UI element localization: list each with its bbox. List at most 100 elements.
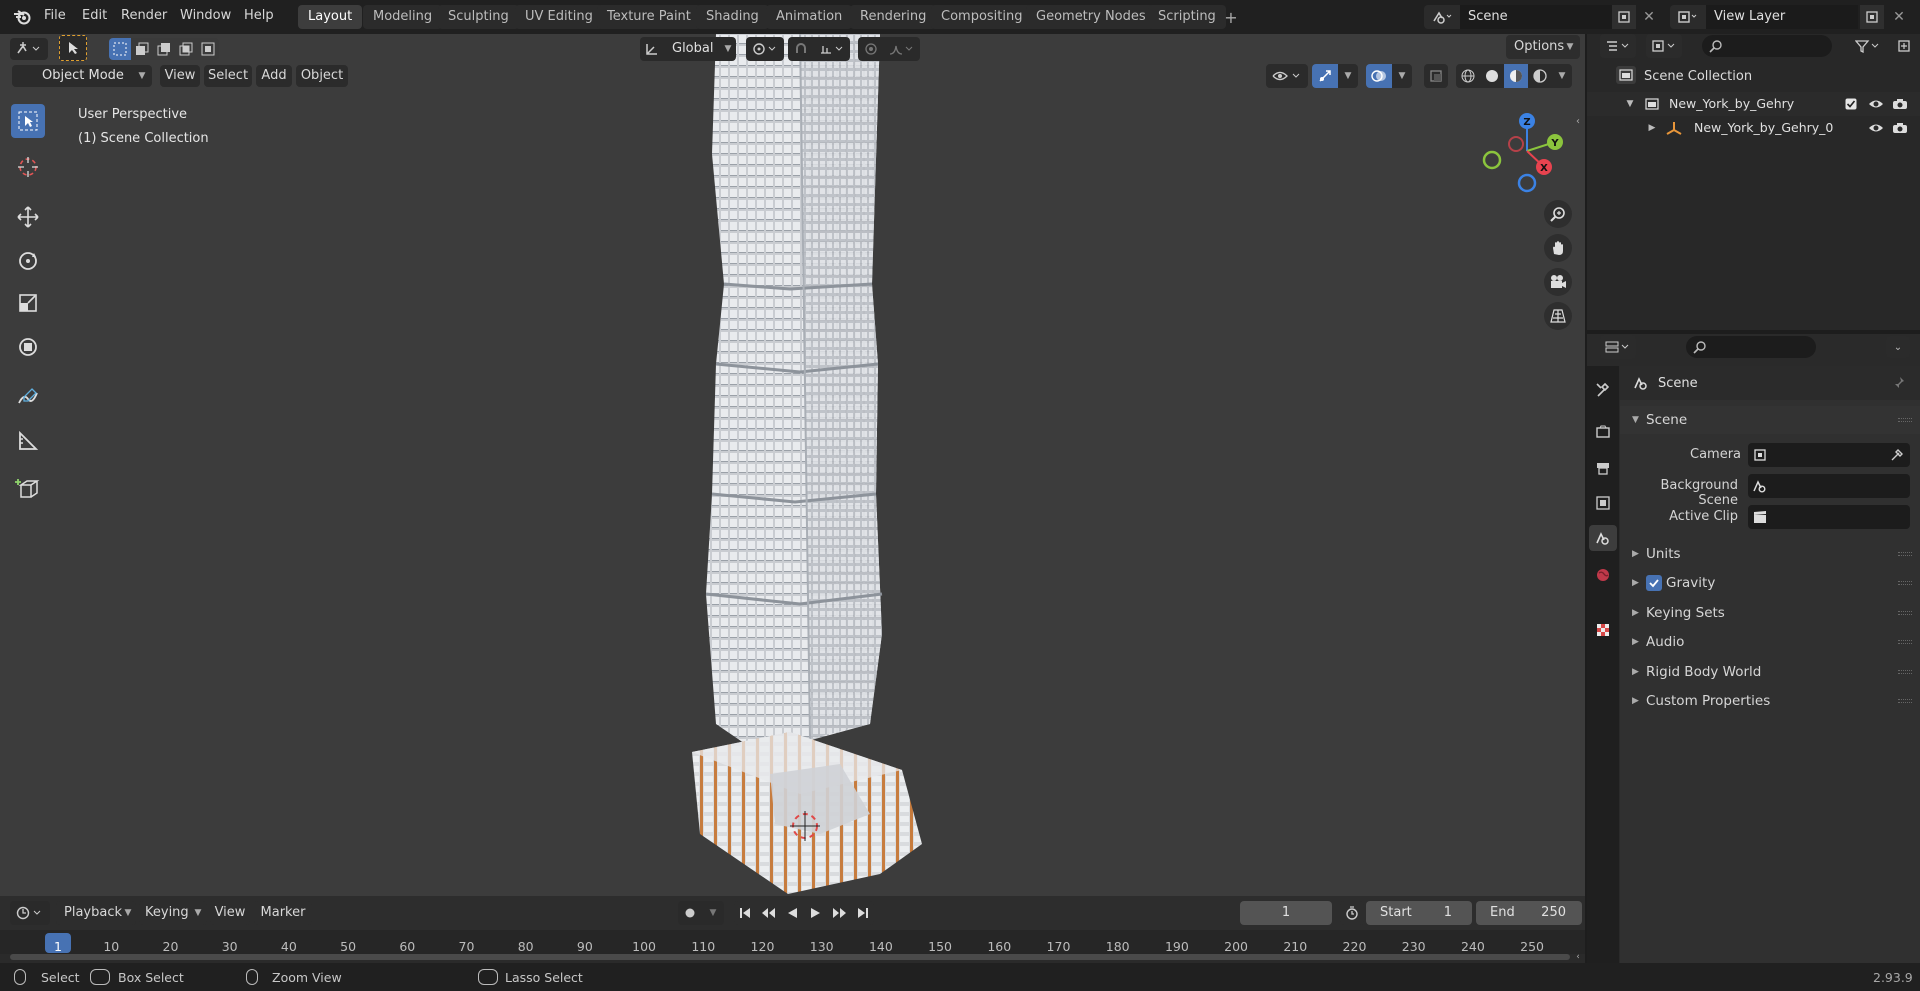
- transform-orientation-icon[interactable]: [640, 37, 664, 61]
- properties-editor-type-icon[interactable]: [1600, 335, 1636, 359]
- tab-sculpting[interactable]: Sculpting: [438, 5, 519, 29]
- editor-type-icon[interactable]: [10, 38, 48, 60]
- texture-tab-icon[interactable]: [1591, 618, 1615, 642]
- drag-handle-icon[interactable]: [1898, 418, 1912, 422]
- end-frame-field[interactable]: End 250: [1476, 901, 1582, 925]
- background-scene-field[interactable]: [1748, 474, 1910, 498]
- render-camera-icon[interactable]: [1891, 120, 1909, 136]
- menu-file[interactable]: File: [44, 8, 66, 23]
- new-view-layer-icon[interactable]: [1860, 5, 1884, 29]
- add-workspace-icon[interactable]: +: [1222, 8, 1240, 27]
- view-layer-field[interactable]: View Layer: [1706, 5, 1858, 29]
- gizmo-toggle-icon[interactable]: [1312, 64, 1338, 88]
- add-cube-tool[interactable]: [11, 472, 45, 506]
- chevron-down-icon[interactable]: ▼: [702, 901, 724, 925]
- delete-view-layer-icon[interactable]: ✕: [1888, 5, 1910, 29]
- shading-material-icon[interactable]: [1504, 64, 1528, 88]
- output-tab-icon[interactable]: [1591, 456, 1615, 480]
- start-frame-field[interactable]: Start 1: [1366, 901, 1472, 925]
- gravity-checkbox[interactable]: [1646, 575, 1662, 591]
- scene-selector-icon[interactable]: [1424, 5, 1460, 29]
- transform-tool[interactable]: [11, 330, 45, 364]
- viewport-menu-view[interactable]: View: [160, 65, 200, 87]
- proportional-edit-icon[interactable]: [858, 37, 884, 61]
- shading-wireframe-icon[interactable]: [1456, 64, 1480, 88]
- view-layer-selector-icon[interactable]: [1670, 5, 1706, 29]
- viewport-menu-object[interactable]: Object: [296, 65, 348, 87]
- visibility-filter-icon[interactable]: [1266, 64, 1308, 88]
- chevron-down-icon[interactable]: ▼: [1338, 64, 1358, 88]
- select-mode-subtract-icon[interactable]: [153, 38, 175, 60]
- drag-handle-icon[interactable]: [1898, 699, 1912, 703]
- scale-tool[interactable]: [11, 286, 45, 320]
- navigation-gizmo[interactable]: Z Y X: [1482, 106, 1572, 196]
- select-tool-icon[interactable]: [59, 35, 87, 61]
- jump-to-end-icon[interactable]: [852, 901, 874, 925]
- tab-texture-paint[interactable]: Texture Paint: [597, 5, 701, 29]
- blender-logo-icon[interactable]: [12, 7, 32, 27]
- filter-icon[interactable]: [1850, 34, 1886, 58]
- overlays-toggle-icon[interactable]: [1366, 64, 1392, 88]
- viewport-menu-add[interactable]: Add: [256, 65, 292, 87]
- expand-triangle-icon[interactable]: ▶: [1645, 120, 1659, 136]
- timeline-menu-marker[interactable]: Marker: [254, 901, 312, 925]
- select-mode-invert-icon[interactable]: [175, 38, 197, 60]
- tab-animation[interactable]: Animation: [766, 5, 853, 29]
- outliner-row[interactable]: ▶ New_York_by_Gehry_001: [1587, 116, 1920, 140]
- mode-select[interactable]: Object Mode: [12, 65, 152, 87]
- outliner-editor-type-icon[interactable]: [1600, 34, 1636, 58]
- tab-compositing[interactable]: Compositing: [931, 5, 1033, 29]
- timeline-editor-type-icon[interactable]: [10, 901, 50, 925]
- render-tab-icon[interactable]: [1591, 420, 1615, 444]
- select-mode-intersect-icon[interactable]: [197, 38, 219, 60]
- zoom-view-icon[interactable]: [1544, 200, 1572, 228]
- select-mode-extend-icon[interactable]: [131, 38, 153, 60]
- chevron-down-icon[interactable]: ▼: [1552, 64, 1572, 88]
- tab-geometry-nodes[interactable]: Geometry Nodes: [1026, 5, 1156, 29]
- menu-edit[interactable]: Edit: [82, 8, 107, 23]
- shading-rendered-icon[interactable]: [1528, 64, 1552, 88]
- chevron-down-icon[interactable]: ⌄: [1886, 336, 1910, 358]
- 3d-viewport[interactable]: [0, 34, 1585, 896]
- scene-tab-icon[interactable]: [1589, 525, 1617, 551]
- cursor-tool[interactable]: [11, 150, 45, 184]
- drag-handle-icon[interactable]: [1898, 581, 1912, 585]
- units-panel[interactable]: ▶ Units: [1620, 540, 1920, 568]
- shading-solid-icon[interactable]: [1480, 64, 1504, 88]
- world-tab-icon[interactable]: [1591, 563, 1615, 587]
- drag-handle-icon[interactable]: [1898, 552, 1912, 556]
- exclude-checkbox-icon[interactable]: [1843, 96, 1859, 112]
- preview-range-icon[interactable]: [1340, 901, 1364, 925]
- new-scene-icon[interactable]: [1612, 5, 1636, 29]
- snap-toggle-icon[interactable]: [788, 37, 814, 61]
- falloff-curve-icon[interactable]: [884, 37, 920, 61]
- play-icon[interactable]: [804, 901, 828, 925]
- auto-keying-icon[interactable]: [678, 901, 702, 925]
- drag-handle-icon[interactable]: [1898, 670, 1912, 674]
- play-reverse-icon[interactable]: [780, 901, 804, 925]
- display-mode-icon[interactable]: [1646, 34, 1682, 58]
- snap-target-icon[interactable]: [814, 37, 850, 61]
- tab-layout[interactable]: Layout: [298, 5, 363, 29]
- move-tool[interactable]: [11, 200, 45, 234]
- outliner-scene-collection[interactable]: Scene Collection: [1644, 69, 1752, 84]
- keying-sets-panel[interactable]: ▶ Keying Sets: [1620, 599, 1920, 627]
- select-mode-new-icon[interactable]: [109, 38, 131, 60]
- menu-render[interactable]: Render: [121, 8, 167, 23]
- viewport-menu-select[interactable]: Select: [204, 65, 252, 87]
- select-box-tool[interactable]: [11, 104, 45, 138]
- eye-icon[interactable]: [1867, 120, 1885, 136]
- gravity-panel[interactable]: ▶ Gravity: [1620, 569, 1920, 597]
- tab-modeling[interactable]: Modeling: [363, 5, 443, 29]
- eye-icon[interactable]: [1867, 96, 1885, 112]
- pivot-point-icon[interactable]: [746, 37, 784, 61]
- timeline-menu-view[interactable]: View: [210, 901, 250, 925]
- annotate-tool[interactable]: [11, 380, 45, 414]
- menu-window[interactable]: Window: [180, 8, 231, 23]
- jump-to-keyframe-next-icon[interactable]: [828, 901, 852, 925]
- audio-panel[interactable]: ▶ Audio: [1620, 628, 1920, 656]
- expand-triangle-icon[interactable]: ▼: [1623, 96, 1637, 112]
- pan-view-icon[interactable]: [1544, 234, 1572, 262]
- tool-tab-icon[interactable]: [1591, 378, 1615, 402]
- rotate-tool[interactable]: [11, 244, 45, 278]
